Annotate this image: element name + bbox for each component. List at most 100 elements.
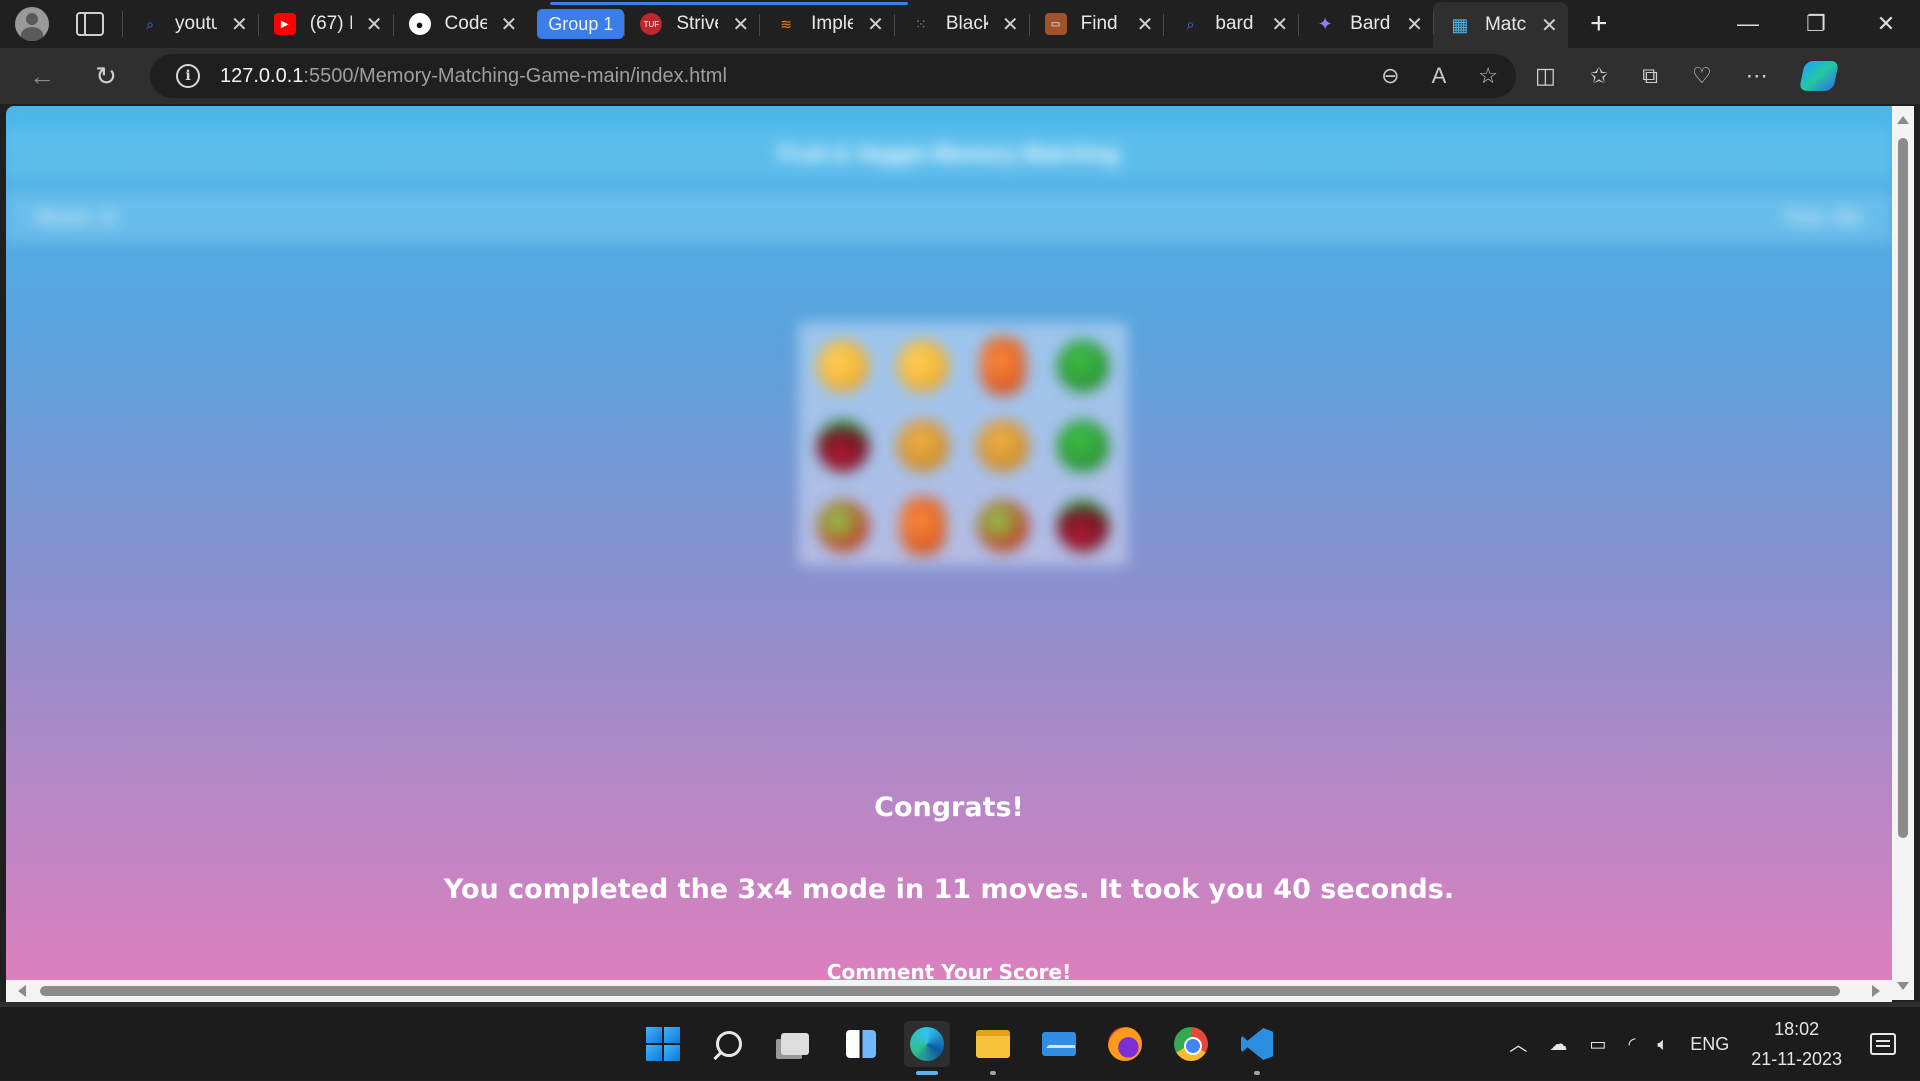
- memory-card[interactable]: [1043, 326, 1123, 406]
- memory-card[interactable]: [803, 486, 883, 566]
- scroll-left-arrow-icon[interactable]: [18, 985, 26, 997]
- memory-card[interactable]: [1043, 486, 1123, 566]
- tab-label: Black: [945, 13, 988, 34]
- browser-essentials-icon[interactable]: ♡: [1692, 63, 1712, 89]
- memory-card[interactable]: [883, 406, 963, 486]
- volume-icon[interactable]: 🔈︎: [1657, 1034, 1668, 1055]
- scroll-down-arrow-icon[interactable]: [1897, 982, 1909, 990]
- close-icon[interactable]: ✕: [366, 12, 383, 37]
- scroll-thumb[interactable]: [1898, 138, 1908, 838]
- memory-card[interactable]: [883, 326, 963, 406]
- memory-card[interactable]: [963, 326, 1043, 406]
- tab-github-code[interactable]: ● Code ✕: [392, 4, 528, 44]
- close-icon[interactable]: ✕: [1541, 13, 1558, 38]
- more-menu-icon[interactable]: ⋯: [1746, 63, 1768, 89]
- site-info-icon[interactable]: i: [176, 64, 200, 88]
- notification-center-icon[interactable]: [1870, 1033, 1896, 1055]
- new-tab-button[interactable]: +: [1582, 7, 1616, 41]
- tab-implement[interactable]: ≋ Imple ✕: [759, 4, 894, 44]
- page-title: Fruit & Veggie Memory Matching: [6, 126, 1892, 182]
- carrot-icon: [980, 337, 1026, 395]
- scroll-up-arrow-icon[interactable]: [1897, 116, 1909, 124]
- tab-black[interactable]: ⁙ Black ✕: [893, 4, 1029, 44]
- firefox-app[interactable]: [1102, 1021, 1148, 1067]
- tab-bard[interactable]: ✦ Bard ✕: [1298, 4, 1433, 44]
- favorite-star-icon[interactable]: ☆: [1478, 63, 1498, 89]
- tab-actions-icon[interactable]: [76, 12, 104, 36]
- file-explorer-app[interactable]: [970, 1021, 1016, 1075]
- scroll-thumb[interactable]: [40, 986, 1840, 996]
- vertical-scrollbar[interactable]: [1892, 106, 1914, 1000]
- minimize-button[interactable]: —: [1714, 0, 1782, 48]
- favorites-icon[interactable]: ✩: [1590, 63, 1608, 89]
- clock[interactable]: 18:02 21-11-2023: [1751, 1014, 1842, 1074]
- restore-button[interactable]: ❐: [1782, 0, 1850, 48]
- scroll-right-arrow-icon[interactable]: [1872, 985, 1880, 997]
- onedrive-cloud-icon[interactable]: ☁: [1549, 1034, 1567, 1055]
- close-icon[interactable]: ✕: [501, 12, 518, 37]
- orange-yellow-icon: [817, 340, 869, 392]
- task-view-button[interactable]: [772, 1021, 818, 1067]
- horizontal-scrollbar[interactable]: [6, 980, 1892, 1002]
- close-icon[interactable]: ✕: [1002, 12, 1019, 37]
- widgets-button[interactable]: [838, 1021, 884, 1067]
- memory-card[interactable]: [803, 326, 883, 406]
- close-icon[interactable]: ✕: [1137, 12, 1154, 37]
- bard-sparkle-icon: ✦: [1317, 13, 1333, 34]
- search-icon: [716, 1031, 742, 1057]
- chrome-app[interactable]: [1168, 1021, 1214, 1067]
- collections-icon[interactable]: ⧉: [1642, 63, 1658, 89]
- tab-label: bard: [1215, 13, 1254, 34]
- mail-app[interactable]: [1036, 1021, 1082, 1067]
- youtube-icon: ▶: [273, 13, 296, 35]
- grid-icon: ▦: [1451, 14, 1469, 35]
- url-text[interactable]: 127.0.0.1:5500/Memory-Matching-Game-main…: [220, 65, 727, 88]
- close-icon[interactable]: ✕: [867, 12, 884, 37]
- zoom-out-icon[interactable]: ⊖: [1381, 63, 1399, 89]
- tab-youtube-search[interactable]: ⌕ youtu ✕: [123, 4, 258, 44]
- tab-youtube[interactable]: ▶ (67) I ✕: [257, 4, 393, 44]
- read-aloud-icon[interactable]: A: [1432, 63, 1447, 89]
- address-bar[interactable]: i 127.0.0.1:5500/Memory-Matching-Game-ma…: [150, 54, 1516, 98]
- search-icon: ⌕: [1186, 15, 1195, 32]
- language-indicator[interactable]: ENG: [1690, 1034, 1729, 1055]
- tab-matching-game-active[interactable]: ▦ Matc ✕: [1432, 2, 1568, 48]
- split-screen-icon[interactable]: ◫: [1535, 63, 1556, 89]
- vscode-app[interactable]: [1234, 1021, 1280, 1075]
- tab-bard-search[interactable]: ⌕ bard ✕: [1163, 4, 1298, 44]
- copilot-icon[interactable]: [1798, 61, 1839, 91]
- memory-card[interactable]: [803, 406, 883, 486]
- image-icon: ▭: [1044, 13, 1067, 35]
- wifi-icon[interactable]: ◜: [1628, 1034, 1635, 1055]
- tab-label: Matc: [1484, 14, 1527, 35]
- profile-avatar-icon[interactable]: [15, 7, 49, 41]
- start-icon: [646, 1027, 680, 1061]
- tab-group-label[interactable]: Group 1: [537, 9, 625, 39]
- tab-find[interactable]: ▭ Find ✕: [1028, 4, 1164, 44]
- start-button[interactable]: [640, 1021, 686, 1067]
- chevron-up-icon[interactable]: ︿: [1509, 1031, 1527, 1057]
- close-icon[interactable]: ✕: [1406, 12, 1423, 37]
- close-icon[interactable]: ✕: [1271, 12, 1288, 37]
- tab-label: Code: [444, 13, 487, 34]
- memory-card[interactable]: [963, 486, 1043, 566]
- firefox-icon: [1108, 1027, 1142, 1061]
- search-button[interactable]: [706, 1021, 752, 1067]
- close-icon[interactable]: ✕: [231, 12, 248, 37]
- congrats-heading: Congrats!: [874, 792, 1024, 823]
- battery-icon[interactable]: ▭: [1589, 1034, 1606, 1055]
- tab-striver[interactable]: TUF Strive ✕: [624, 4, 759, 44]
- bread-icon: [897, 420, 949, 472]
- memory-card[interactable]: [963, 406, 1043, 486]
- clock-date: 21-11-2023: [1751, 1049, 1842, 1069]
- result-summary: You completed the 3x4 mode in 11 moves. …: [443, 874, 1455, 905]
- back-button[interactable]: ←: [20, 54, 64, 98]
- refresh-button[interactable]: ↻: [84, 54, 128, 98]
- close-window-button[interactable]: ✕: [1852, 0, 1920, 48]
- memory-card[interactable]: [1043, 406, 1123, 486]
- close-icon[interactable]: ✕: [732, 12, 749, 37]
- edge-app[interactable]: [904, 1021, 950, 1075]
- memory-card[interactable]: [883, 486, 963, 566]
- tab-label: youtu: [175, 13, 217, 34]
- time-stat: Time: 40s: [1783, 206, 1862, 227]
